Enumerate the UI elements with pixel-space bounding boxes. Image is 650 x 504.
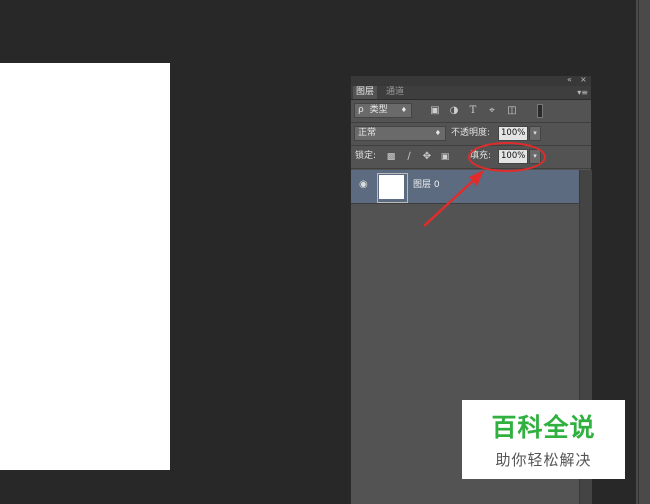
opacity-label: 不透明度: <box>451 128 491 138</box>
adjustment-filter-icon[interactable]: ◑ <box>448 104 460 118</box>
filter-type-select[interactable]: ρ 类型 ♦ <box>354 103 412 118</box>
type-filter-icon[interactable]: T <box>467 104 479 118</box>
divider <box>351 145 591 146</box>
layer-thumbnail[interactable] <box>377 173 408 203</box>
opacity-input[interactable]: 100% <box>498 126 528 141</box>
search-icon: ρ <box>358 105 364 115</box>
fill-highlight-ellipse <box>468 142 546 172</box>
eye-icon[interactable]: ◉ <box>359 179 371 191</box>
lock-transparent-pixels-icon[interactable]: ▩ <box>385 150 397 164</box>
watermark-logo: 百科全说 助你轻松解决 <box>462 400 625 479</box>
tab-layers[interactable]: 图层 <box>353 86 378 99</box>
document-canvas[interactable] <box>0 63 170 470</box>
smart-object-filter-icon[interactable]: ◫ <box>506 104 518 118</box>
watermark-title: 百科全说 <box>491 413 596 442</box>
layer-row[interactable]: ◉ 图层 0 <box>351 170 579 204</box>
filter-row: ρ 类型 ♦ ▣ ◑ T ⌖ ◫ <box>351 102 591 120</box>
close-icon[interactable]: × <box>580 74 587 86</box>
panel-menu-icon[interactable]: ▾≡ <box>577 86 588 99</box>
lock-position-icon[interactable]: ✥ <box>421 150 433 164</box>
layer-name[interactable]: 图层 0 <box>413 178 440 192</box>
thumbnail-image <box>379 175 404 199</box>
image-filter-icon[interactable]: ▣ <box>429 104 441 118</box>
select-arrow-icon: ♦ <box>434 129 441 137</box>
dock-divider <box>638 0 639 504</box>
divider <box>351 168 591 169</box>
double-chevron-left-icon[interactable]: « <box>567 74 572 86</box>
lock-all-icon[interactable]: ▣ <box>439 150 451 164</box>
divider <box>351 122 591 123</box>
filter-type-label: 类型 <box>369 105 388 115</box>
panel-tabs: 图层 通道 ▾≡ <box>351 86 591 100</box>
shape-filter-icon[interactable]: ⌖ <box>486 104 498 118</box>
watermark-subtitle: 助你轻松解决 <box>495 451 592 469</box>
right-panel-dock-edge <box>636 0 650 504</box>
lock-label: 锁定: <box>355 151 377 161</box>
blend-row: 正常 ♦ 不透明度: 100% ▾ <box>351 125 591 143</box>
panel-title-bar[interactable]: « × <box>351 74 591 86</box>
blend-mode-select[interactable]: 正常 ♦ <box>354 126 446 141</box>
tab-channels[interactable]: 通道 <box>383 86 407 99</box>
opacity-dropdown-button[interactable]: ▾ <box>529 126 541 141</box>
blend-mode-value: 正常 <box>358 128 377 138</box>
lock-image-pixels-icon[interactable]: ∕ <box>403 150 415 164</box>
select-arrow-icon: ♦ <box>400 106 407 114</box>
filter-toggle-icon[interactable] <box>537 104 543 118</box>
